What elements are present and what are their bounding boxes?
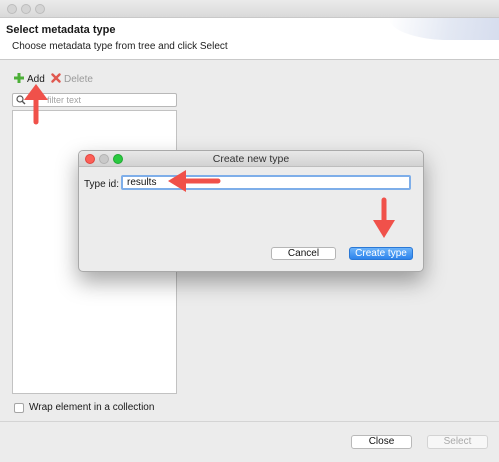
- add-button-label: Add: [27, 73, 45, 85]
- delete-button-label: Delete: [64, 73, 93, 85]
- close-button[interactable]: Close: [351, 435, 412, 449]
- wrap-collection-label: Wrap element in a collection: [29, 402, 155, 413]
- window-titlebar: [0, 0, 499, 18]
- cancel-button[interactable]: Cancel: [271, 247, 336, 260]
- window-close-control[interactable]: [7, 4, 17, 14]
- wrap-collection-option[interactable]: Wrap element in a collection: [14, 402, 154, 413]
- header-decoration: [389, 18, 499, 40]
- window-minimize-control[interactable]: [21, 4, 31, 14]
- plus-icon: [14, 72, 24, 86]
- window-zoom-control[interactable]: [35, 4, 45, 14]
- filter-input[interactable]: filter text: [12, 93, 177, 107]
- select-button[interactable]: Select: [427, 435, 488, 449]
- filter-placeholder: filter text: [47, 95, 82, 105]
- type-id-input[interactable]: [121, 175, 411, 190]
- wizard-header: Select metadata type Choose metadata typ…: [0, 18, 499, 60]
- footer-divider: [0, 421, 499, 422]
- wrap-collection-checkbox[interactable]: [14, 402, 24, 413]
- dialog-titlebar: Create new type: [79, 151, 423, 167]
- header-title: Select metadata type: [6, 24, 116, 36]
- magnifier-icon: [16, 95, 26, 108]
- dialog-title: Create new type: [212, 153, 290, 165]
- create-type-dialog: Create new type Type id: Cancel Create t…: [78, 150, 424, 272]
- delete-button[interactable]: Delete: [51, 72, 93, 86]
- create-type-button[interactable]: Create type: [349, 247, 413, 260]
- x-icon: [51, 72, 61, 86]
- type-id-label: Type id:: [84, 179, 120, 190]
- add-button[interactable]: Add: [14, 72, 45, 86]
- header-subtitle: Choose metadata type from tree and click…: [12, 41, 228, 52]
